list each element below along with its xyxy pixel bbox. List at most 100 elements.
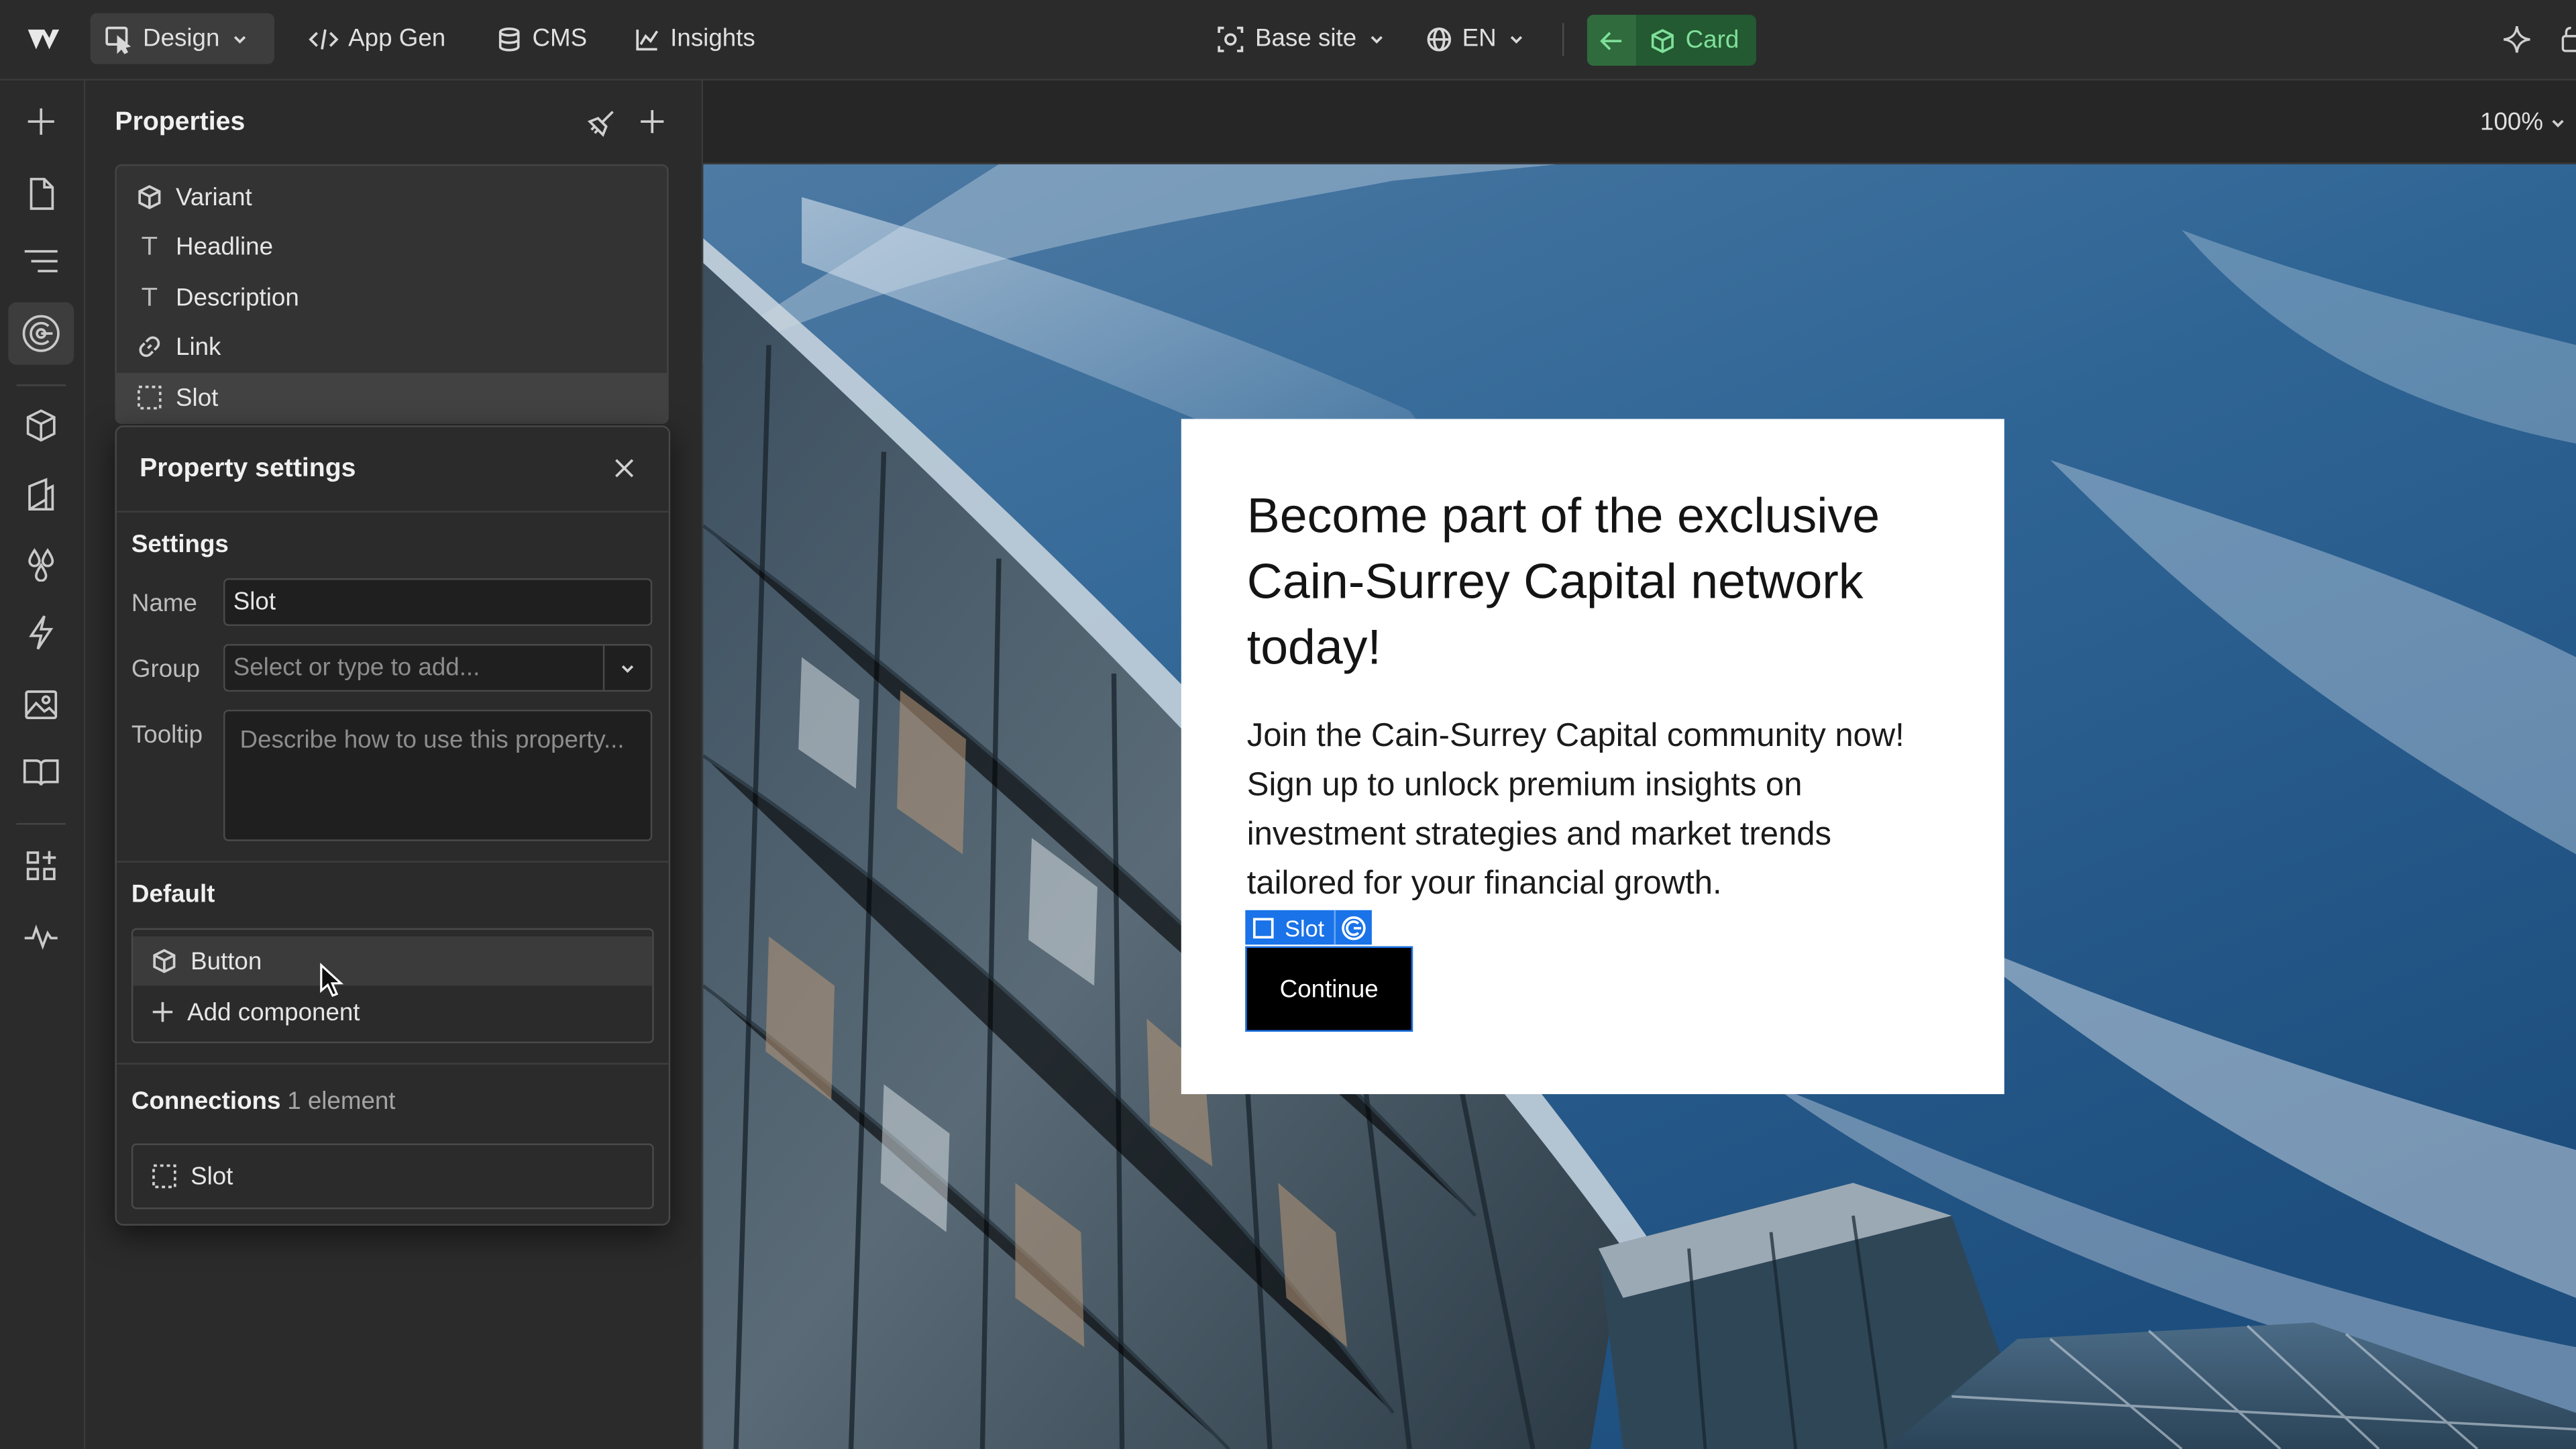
card-component[interactable]: Become part of the exclusive Cain-Surrey… — [1181, 419, 2004, 1095]
rail-divider — [16, 384, 66, 386]
property-item-headline[interactable]: T Headline — [117, 222, 667, 271]
default-component-button[interactable]: Button — [133, 936, 653, 986]
globe-icon — [1426, 25, 1452, 52]
tooltip-textarea[interactable]: Describe how to use this property... — [223, 709, 653, 841]
site-label: Base site — [1255, 24, 1357, 53]
connections-count: 1 element — [287, 1087, 396, 1116]
slot-tag-label-group: Slot — [1245, 910, 1334, 945]
pages-button[interactable] — [8, 162, 74, 225]
cursor-select-icon — [103, 24, 133, 54]
card-headline[interactable]: Become part of the exclusive Cain-Surrey… — [1247, 484, 1945, 682]
clean-up-button[interactable] — [586, 109, 616, 146]
site-selector[interactable]: Base site — [1203, 13, 1399, 64]
book-icon — [21, 756, 61, 789]
continue-button[interactable]: Continue — [1245, 946, 1413, 1032]
component-card-crumb[interactable]: Card — [1636, 15, 1756, 66]
connection-item-label: Slot — [191, 1162, 233, 1191]
design-canvas[interactable]: Become part of the exclusive Cain-Surrey… — [703, 164, 2576, 1449]
navigator-button[interactable] — [8, 230, 74, 292]
broom-icon — [586, 109, 616, 138]
card-description[interactable]: Join the Cain-Surrey Capital community n… — [1247, 711, 1945, 908]
group-dropdown-toggle[interactable] — [602, 645, 651, 690]
property-item-description[interactable]: T Description — [117, 273, 667, 322]
arrow-left-icon — [1599, 29, 1625, 52]
component-label: Card — [1685, 26, 1739, 54]
lock-icon — [2560, 25, 2576, 54]
more-options-button[interactable] — [2560, 25, 2576, 62]
database-icon — [496, 25, 523, 52]
property-item-variant[interactable]: Variant — [117, 172, 667, 221]
property-item-label: Variant — [176, 183, 252, 211]
cms-collections-button[interactable] — [8, 741, 74, 803]
variables-button[interactable] — [8, 532, 74, 594]
exit-component-button[interactable] — [1587, 15, 1637, 66]
sparkle-icon — [2500, 23, 2533, 56]
tooltip-label: Tooltip — [131, 721, 203, 749]
tab-insights[interactable]: Insights — [621, 13, 769, 64]
close-icon — [612, 457, 635, 480]
language-selector[interactable]: EN — [1413, 13, 1539, 64]
zoom-control[interactable]: 100% — [2480, 108, 2566, 137]
default-heading: Default — [131, 880, 215, 909]
connection-item-slot[interactable]: Slot — [131, 1143, 654, 1210]
name-label: Name — [131, 590, 197, 618]
connections-heading: Connections 1 element — [131, 1087, 396, 1116]
apps-button[interactable] — [8, 835, 74, 897]
activity-icon — [21, 920, 61, 953]
line-chart-icon — [634, 25, 660, 52]
target-icon — [1216, 24, 1245, 54]
slot-selection-tag[interactable]: Slot — [1245, 910, 1373, 945]
image-icon — [23, 688, 59, 721]
tab-insights-label: Insights — [670, 24, 755, 53]
group-label: Group — [131, 655, 201, 684]
property-item-label: Slot — [176, 383, 219, 412]
chevron-down-icon — [2550, 113, 2566, 132]
plus-icon — [25, 105, 58, 138]
property-item-label: Description — [176, 283, 299, 312]
chevron-down-icon — [1366, 29, 1386, 48]
divider — [116, 1063, 669, 1065]
property-settings-popover: Property settings Settings Name Group Se… — [115, 425, 671, 1226]
code-icon — [309, 25, 339, 52]
component-instance-icon — [19, 312, 62, 355]
tab-app-gen-label: App Gen — [348, 24, 446, 53]
property-item-slot[interactable]: Slot — [116, 372, 667, 423]
topbar-divider — [1562, 23, 1564, 56]
plus-icon — [637, 107, 667, 136]
audit-button[interactable] — [8, 905, 74, 967]
add-property-button[interactable] — [637, 107, 667, 144]
cube-icon — [23, 407, 59, 443]
close-button[interactable] — [612, 457, 635, 488]
popover-title: Property settings — [140, 455, 356, 484]
tab-app-gen[interactable]: App Gen — [296, 13, 459, 64]
group-placeholder: Select or type to add... — [233, 653, 480, 682]
page-icon — [25, 176, 58, 212]
link-icon — [136, 333, 162, 360]
zoom-level: 100% — [2480, 108, 2544, 137]
slot-icon — [151, 1163, 177, 1189]
plus-icon — [151, 1000, 174, 1023]
style-selectors-button[interactable] — [8, 464, 74, 526]
group-combobox[interactable]: Select or type to add... — [223, 644, 653, 692]
default-component-label: Button — [191, 947, 262, 975]
add-elements-button[interactable] — [8, 91, 74, 153]
chevron-down-icon — [1506, 29, 1525, 48]
ai-assistant-button[interactable] — [2500, 23, 2533, 64]
cube-icon — [136, 184, 162, 210]
webflow-logo[interactable] — [16, 13, 78, 64]
component-instance-button[interactable] — [1334, 910, 1372, 945]
property-item-label: Link — [176, 332, 221, 361]
continue-button-label: Continue — [1279, 975, 1379, 1004]
rail-divider — [16, 822, 66, 825]
design-mode-dropdown[interactable]: Design — [90, 13, 274, 64]
name-field[interactable] — [223, 578, 653, 627]
assets-components-button[interactable] — [8, 394, 74, 457]
components-button[interactable] — [8, 302, 74, 365]
apps-grid-icon — [23, 848, 59, 884]
tab-cms[interactable]: CMS — [483, 13, 600, 64]
property-item-link[interactable]: Link — [117, 322, 667, 371]
interactions-button[interactable] — [8, 601, 74, 663]
assets-button[interactable] — [8, 674, 74, 736]
language-label: EN — [1462, 24, 1497, 53]
add-component-button[interactable]: Add component — [133, 987, 652, 1036]
